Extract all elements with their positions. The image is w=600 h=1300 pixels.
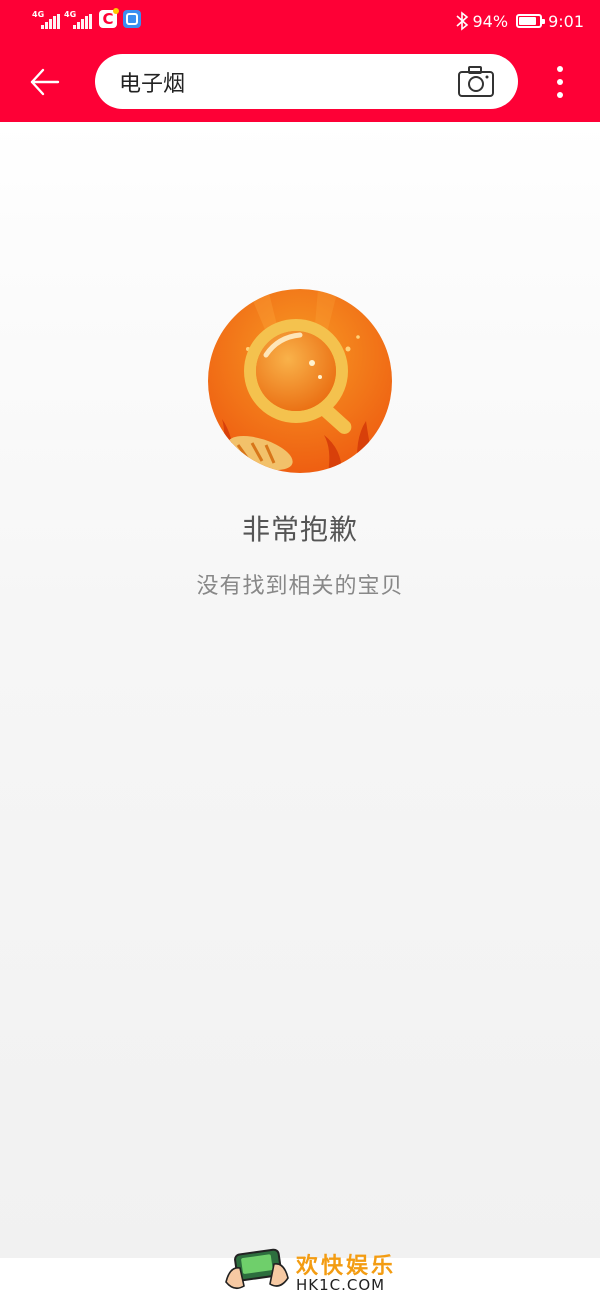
battery-icon (516, 14, 546, 28)
gamepad-hands-logo (225, 1248, 289, 1290)
more-options-button[interactable] (546, 62, 574, 102)
watermark-url: HK1C.COM (296, 1276, 386, 1294)
camera-icon (458, 66, 494, 97)
search-results-area: 非常抱歉 没有找到相关的宝贝 (0, 122, 600, 1258)
status-right: 94% 9:01 (455, 10, 584, 32)
battery-percent: 94% (472, 11, 509, 31)
app-header: 4G 4G C 94% 9:01 (0, 0, 600, 122)
arrow-left-icon (30, 68, 60, 96)
magnifier-underwater-illustration (208, 289, 392, 473)
status-bar: 4G 4G C 94% 9:01 (0, 0, 600, 42)
camera-search-button[interactable] (457, 66, 495, 98)
signal-strength-icon: 4G (64, 10, 96, 30)
app-notification-icon: C (99, 8, 119, 28)
signal-strength-icon: 4G (32, 10, 64, 30)
search-bar[interactable] (95, 54, 518, 109)
empty-state-title: 非常抱歉 (241, 513, 358, 546)
battery-level (519, 17, 537, 25)
empty-state-message: 没有找到相关的宝贝 (196, 574, 404, 599)
search-input[interactable] (119, 54, 439, 109)
clock: 9:01 (548, 11, 584, 31)
back-button[interactable] (22, 60, 66, 104)
watermark: 欢快娱乐 HK1C.COM (0, 1248, 600, 1300)
bluetooth-icon (455, 11, 468, 31)
map-app-notification-icon (123, 10, 141, 28)
